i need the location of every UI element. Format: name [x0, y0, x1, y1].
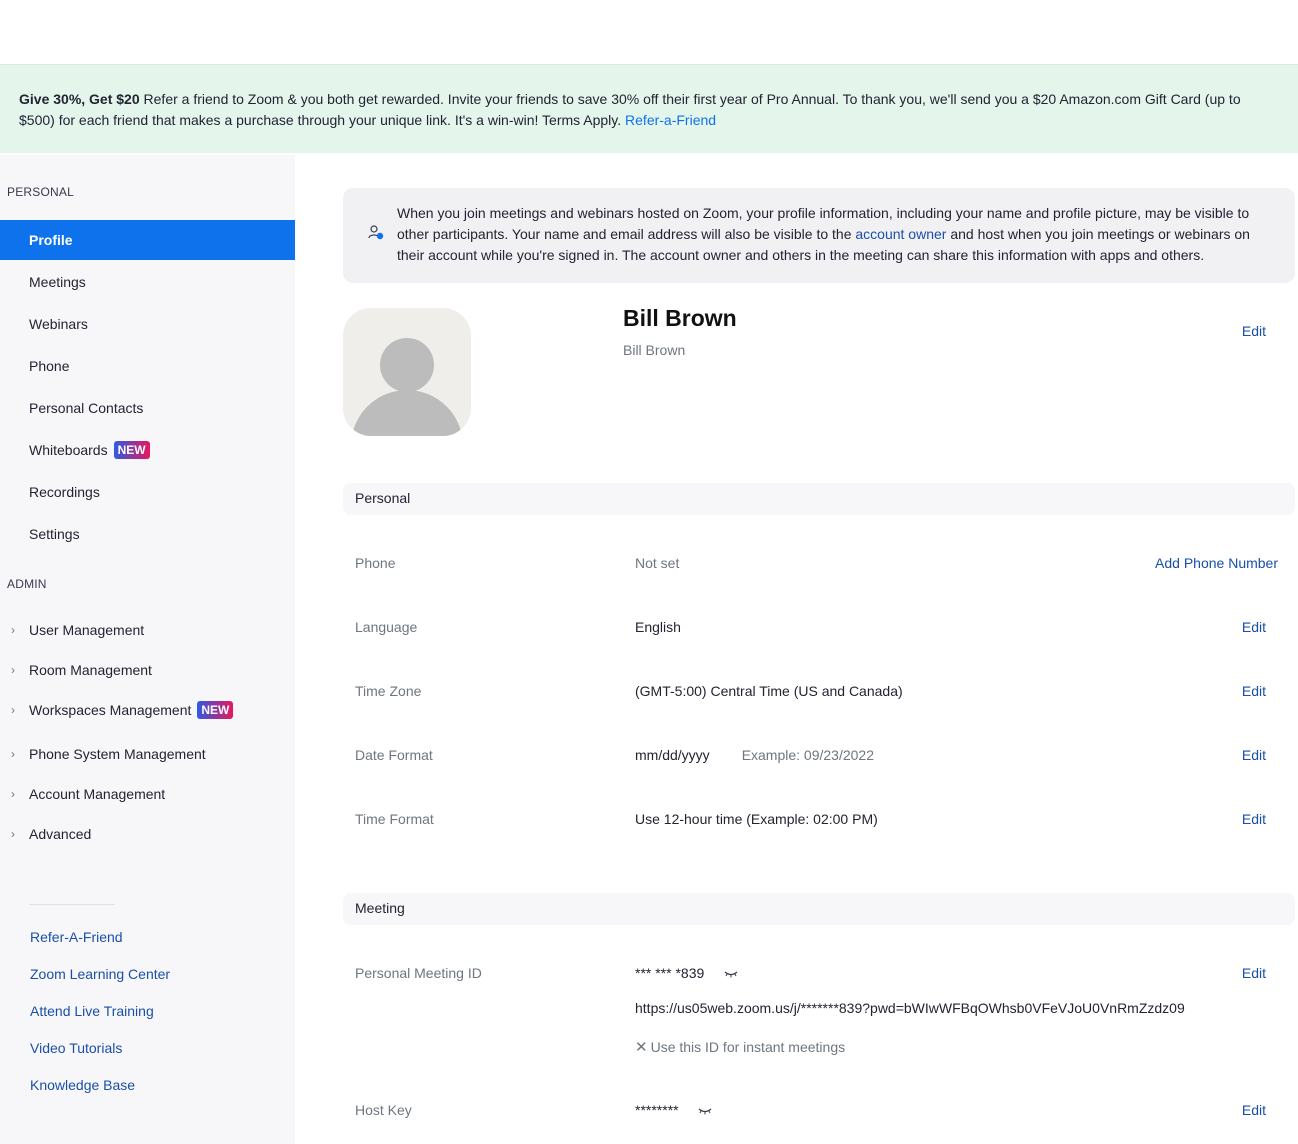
user-privacy-icon	[368, 225, 384, 240]
add-phone-number-button[interactable]: Add Phone Number	[1155, 555, 1278, 571]
banner-headline: Give 30%, Get $20	[19, 91, 140, 107]
refer-a-friend-sidebar-link[interactable]: Refer-A-Friend	[30, 929, 123, 945]
sidebar-item-webinars[interactable]: Webinars	[0, 304, 295, 344]
sidebar-item-room-management[interactable]: › Room Management	[0, 650, 295, 690]
sidebar-item-label: Meetings	[29, 274, 86, 290]
sidebar-item-account-management[interactable]: › Account Management	[0, 774, 295, 814]
host-key-value: ********	[635, 1102, 712, 1118]
sidebar-item-user-management[interactable]: › User Management	[0, 610, 295, 650]
edit-language-button[interactable]: Edit	[1242, 619, 1266, 635]
sidebar-item-label: Room Management	[29, 662, 152, 678]
sidebar-item-profile[interactable]: Profile	[0, 220, 295, 260]
sidebar-item-phone[interactable]: Phone	[0, 346, 295, 386]
edit-personal-meeting-id-button[interactable]: Edit	[1242, 965, 1266, 981]
avatar[interactable]	[343, 308, 471, 436]
edit-date-format-button[interactable]: Edit	[1242, 747, 1266, 763]
sidebar-item-label: Phone	[29, 358, 70, 374]
timezone-label: Time Zone	[355, 683, 422, 699]
edit-name-button[interactable]: Edit	[1242, 323, 1266, 339]
sidebar-item-label: Recordings	[29, 484, 100, 500]
sidebar-item-whiteboards[interactable]: Whiteboards NEW	[0, 430, 295, 470]
sidebar-item-label: Whiteboards	[29, 442, 108, 458]
profile-sub-name: Bill Brown	[623, 342, 686, 358]
profile-display-name: Bill Brown	[623, 305, 737, 331]
referral-banner: Give 30%, Get $20 Refer a friend to Zoom…	[0, 64, 1298, 153]
chevron-right-icon: ›	[11, 663, 15, 677]
refer-a-friend-link[interactable]: Refer-a-Friend	[625, 112, 716, 128]
personal-meeting-url: https://us05web.zoom.us/j/*******839?pwd…	[635, 1000, 1185, 1016]
profile-main: When you join meetings and webinars host…	[295, 155, 1298, 1144]
top-navigation-bar	[0, 0, 1298, 64]
instant-meeting-option: ✕ Use this ID for instant meetings	[635, 1038, 845, 1056]
sidebar-item-meetings[interactable]: Meetings	[0, 262, 295, 302]
sidebar-item-label: Settings	[29, 526, 80, 542]
attend-live-training-link[interactable]: Attend Live Training	[30, 1003, 154, 1019]
eye-closed-icon[interactable]	[724, 970, 738, 978]
sidebar-item-label: Phone System Management	[29, 746, 206, 762]
sidebar-item-personal-contacts[interactable]: Personal Contacts	[0, 388, 295, 428]
host-key-label: Host Key	[355, 1102, 412, 1118]
sidebar-item-label: Webinars	[29, 316, 88, 332]
personal-section-header: Personal	[343, 483, 1295, 515]
date-format-pattern: mm/dd/yyyy	[635, 747, 710, 763]
new-badge: NEW	[197, 701, 234, 719]
sidebar-heading-admin: ADMIN	[7, 577, 47, 591]
knowledge-base-link[interactable]: Knowledge Base	[30, 1077, 135, 1093]
sidebar-item-phone-system-management[interactable]: › Phone System Management	[0, 734, 295, 774]
sidebar-divider	[29, 904, 115, 905]
time-format-label: Time Format	[355, 811, 434, 827]
privacy-notice: When you join meetings and webinars host…	[343, 188, 1295, 283]
sidebar-item-label: Profile	[29, 232, 73, 248]
edit-host-key-button[interactable]: Edit	[1242, 1102, 1266, 1118]
avatar-head-shape	[380, 338, 434, 392]
chevron-right-icon: ›	[11, 827, 15, 841]
sidebar: PERSONAL Profile Meetings Webinars Phone…	[0, 155, 295, 1144]
meeting-section-header: Meeting	[343, 893, 1295, 925]
language-label: Language	[355, 619, 418, 635]
account-owner-link[interactable]: account owner	[855, 226, 946, 242]
date-format-example: Example: 09/23/2022	[741, 747, 875, 763]
date-format-label: Date Format	[355, 747, 433, 763]
pmi-masked-value: *** *** *839	[635, 965, 705, 981]
instant-meeting-label: Use this ID for instant meetings	[650, 1039, 846, 1055]
close-icon: ✕	[635, 1039, 648, 1056]
sidebar-item-advanced[interactable]: › Advanced	[0, 814, 295, 854]
phone-label: Phone	[355, 555, 396, 571]
edit-time-format-button[interactable]: Edit	[1242, 811, 1266, 827]
video-tutorials-link[interactable]: Video Tutorials	[30, 1040, 122, 1056]
sidebar-item-settings[interactable]: Settings	[0, 514, 295, 554]
chevron-right-icon: ›	[11, 747, 15, 761]
sidebar-item-recordings[interactable]: Recordings	[0, 472, 295, 512]
language-value: English	[635, 619, 681, 635]
time-format-value: Use 12-hour time (Example: 02:00 PM)	[635, 811, 878, 827]
sidebar-item-label: Workspaces Management	[29, 702, 192, 718]
chevron-right-icon: ›	[11, 623, 15, 637]
sidebar-item-label: Personal Contacts	[29, 400, 144, 416]
sidebar-item-label: Account Management	[29, 786, 166, 802]
personal-meeting-id-value: *** *** *839	[635, 965, 738, 981]
edit-timezone-button[interactable]: Edit	[1242, 683, 1266, 699]
sidebar-item-workspaces-management[interactable]: › Workspaces Management NEW	[0, 690, 295, 730]
zoom-learning-center-link[interactable]: Zoom Learning Center	[30, 966, 170, 982]
avatar-body-shape	[351, 390, 463, 436]
host-key-masked-value: ********	[635, 1102, 679, 1118]
sidebar-heading-personal: PERSONAL	[7, 185, 74, 199]
timezone-value: (GMT-5:00) Central Time (US and Canada)	[635, 683, 903, 699]
phone-value: Not set	[635, 555, 680, 571]
new-badge: NEW	[113, 441, 150, 459]
date-format-value: mm/dd/yyyy Example: 09/23/2022	[635, 747, 874, 763]
sidebar-item-label: User Management	[29, 622, 145, 638]
chevron-right-icon: ›	[11, 787, 15, 801]
personal-meeting-id-label: Personal Meeting ID	[355, 965, 482, 981]
eye-closed-icon[interactable]	[698, 1107, 712, 1115]
chevron-right-icon: ›	[11, 703, 15, 717]
sidebar-item-label: Advanced	[29, 826, 92, 842]
